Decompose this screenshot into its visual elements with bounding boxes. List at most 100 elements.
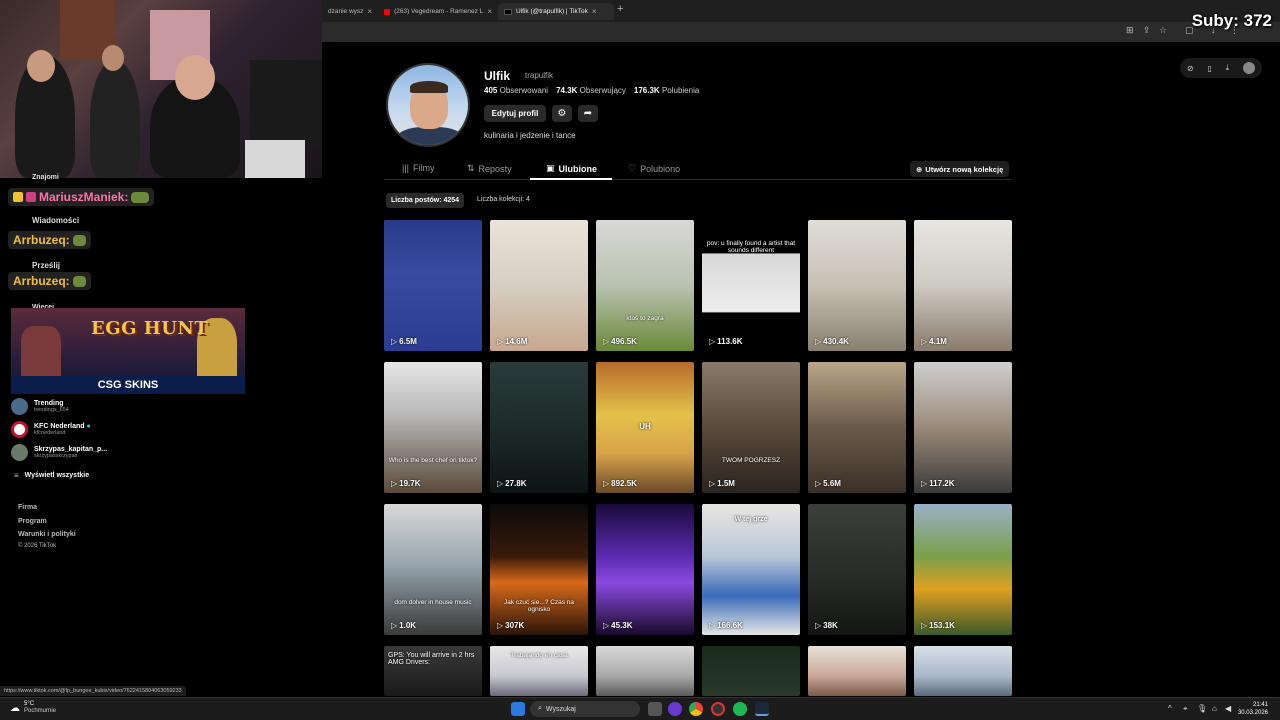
network-icon[interactable]: ⌂ [1212,704,1217,713]
view-count: ▷ 892.5K [603,479,637,488]
video-thumbnail[interactable] [914,646,1012,696]
following-stat[interactable]: 405 Obserwowani [484,86,548,95]
play-icon: ▷ [709,479,716,488]
sidebar-item-friends[interactable]: Znajomi [32,174,59,181]
share-arrow-icon[interactable]: ➦ [578,105,598,122]
tab-reposts[interactable]: ⇅ Reposty [467,163,512,174]
new-tab-button[interactable]: + [617,3,623,15]
browser-tab-active[interactable]: Ulfik (@trapulfik) | TikTok × [498,3,614,20]
video-caption: ktoś to zagra [626,315,664,322]
cloud-icon: ☁ [10,702,20,714]
chat-message: Arrbuzeq: [8,231,91,249]
app-icon[interactable] [668,702,682,716]
obs-icon[interactable] [711,702,725,716]
windows-taskbar: ☁ 5°C Pochmurnie ⌕ Wyszukaj ^ ⌖ 🎙 ⌂ ◀ 21:… [0,697,1280,720]
video-thumbnail[interactable]: TWOM POGRZESZ ▷ 1.5M [702,362,800,493]
compass-icon[interactable]: ⊘ [1187,64,1194,73]
video-thumbnail[interactable]: GPS: You will arrive in 2 hrs AMG Driver… [384,646,482,696]
chevron-up-icon[interactable]: ^ [1168,704,1172,713]
bookmark-star-icon[interactable]: ☆ [1159,25,1167,36]
edit-profile-button[interactable]: Edytuj profil [484,105,546,122]
footer-link-terms[interactable]: Warunki i polityki [18,531,76,538]
video-thumbnail[interactable]: ▷ 45.3K [596,504,694,635]
tab-videos[interactable]: ||| Filmy [402,163,435,173]
share-icon[interactable]: ⇪ [1143,25,1151,36]
chat-username: MariuszManiek: [39,190,129,204]
footer-link-company[interactable]: Firma [18,504,37,511]
steam-icon[interactable] [755,702,769,716]
weather-widget[interactable]: ☁ 5°C Pochmurnie [10,701,56,715]
video-thumbnail[interactable]: ▷ 4.1M [914,220,1012,351]
video-thumbnail[interactable] [702,646,800,696]
posts-count-chip[interactable]: Liczba postów: 4254 [386,193,465,208]
profile-avatar[interactable] [386,63,470,147]
webcam-overlay [0,0,322,178]
close-tab-icon[interactable]: × [487,7,492,16]
mic-icon[interactable]: 🎙 [1197,704,1207,713]
video-thumbnail[interactable] [808,646,906,696]
video-thumbnail[interactable]: ▷ 6.5M [384,220,482,351]
video-thumbnail[interactable]: ▷ 27.8K [490,362,588,493]
collections-count[interactable]: Liczba kolekcji: 4 [477,196,530,203]
play-icon: ▷ [391,337,398,346]
download-app-icon[interactable]: ⤓ [1226,63,1230,73]
followers-stat[interactable]: 74.3K Obserwujący [556,86,626,95]
video-thumbnail[interactable]: ▷ 38K [808,504,906,635]
followed-account[interactable]: Skrzypas_kapitan_p... skrzypasskrzypas [11,444,107,461]
face-right [175,55,215,100]
likes-stat: 176.3K Polubienia [633,86,700,95]
translate-icon[interactable]: ⊞ [1126,25,1134,36]
spotify-icon[interactable] [733,702,747,716]
video-thumbnail[interactable]: W tej grze ▷ 166.6K [702,504,800,635]
video-thumbnail[interactable]: Trabajando en casa [490,646,588,696]
video-thumbnail[interactable]: dom dolver in house music ▷ 1.0K [384,504,482,635]
egg-hunt-banner[interactable]: EGG HUNT CSG SKINS [11,308,245,394]
video-thumbnail[interactable]: Jak czuć sie...? Czas na ognisko ▷ 307K [490,504,588,635]
tab-favorites[interactable]: ▣ Ulubione [546,163,597,174]
video-thumbnail[interactable]: ▷ 430.4K [808,220,906,351]
video-caption: Who is the best chef on tiktok? [388,457,478,464]
play-icon: ▷ [603,479,610,488]
browser-tab[interactable]: dzanie wysz × [322,3,378,20]
phone-icon[interactable]: ▯ [1207,64,1211,73]
task-view-icon[interactable] [648,702,662,716]
video-thumbnail[interactable]: ▷ 153.1K [914,504,1012,635]
view-count: ▷ 496.5K [603,337,637,346]
sidebar-item-upload[interactable]: Prześlij [32,261,60,270]
video-thumbnail[interactable]: pov: u finally found a artist that sound… [702,220,800,351]
user-avatar[interactable] [1243,62,1256,74]
video-thumbnail[interactable]: UH ▷ 892.5K [596,362,694,493]
link-preview-url: https://www.tiktok.com/@fp_bungee_kubix/… [0,686,186,696]
repost-icon: ⇅ [467,163,475,173]
account-name: Trending [34,400,64,407]
profile-bio: kulinaria i jedzenie i tance [484,131,576,140]
close-tab-icon[interactable]: × [592,7,597,16]
chrome-icon[interactable] [689,702,703,716]
new-collection-button[interactable]: ⊕ Utwórz nową kolekcję [910,161,1010,177]
browser-tab[interactable]: (263) Vegedream - Ramenez L × [378,3,498,20]
account-handle: trendings_654 [34,407,69,413]
taskbar-clock[interactable]: 21:41 30.03.2026 [1238,701,1268,717]
video-thumbnail[interactable]: ▷ 5.6M [808,362,906,493]
chat-username: Arrbuzeq: [13,233,70,247]
volume-icon[interactable]: ◀ [1225,704,1231,713]
video-thumbnail[interactable] [596,646,694,696]
settings-gear-icon[interactable]: ⚙ [552,105,572,122]
followed-account[interactable]: Trending trendings_654 [11,398,69,415]
video-thumbnail[interactable]: ktoś to zagra ▷ 496.5K [596,220,694,351]
video-thumbnail[interactable]: ▷ 117.2K [914,362,1012,493]
video-thumbnail[interactable]: ▷ 14.6M [490,220,588,351]
profile-name: Ulfik [484,69,511,83]
face-left [27,50,55,82]
tab-liked[interactable]: ♡ Polubiono [628,163,680,174]
footer-link-program[interactable]: Program [18,518,47,525]
video-thumbnail[interactable]: Who is the best chef on tiktok? ▷ 19.7K [384,362,482,493]
sidebar-item-messages[interactable]: Wiadomości [32,216,79,225]
taskbar-search[interactable]: ⌕ Wyszukaj [530,701,640,717]
play-icon: ▷ [391,479,398,488]
close-tab-icon[interactable]: × [367,7,372,16]
windows-start-icon[interactable] [511,702,525,716]
show-all-link[interactable]: ≡ Wyświetl wszystkie [14,471,89,480]
followed-account[interactable]: KFC Nederland ● kfcnederland [11,421,91,438]
tab-label: (263) Vegedream - Ramenez L [394,8,484,15]
